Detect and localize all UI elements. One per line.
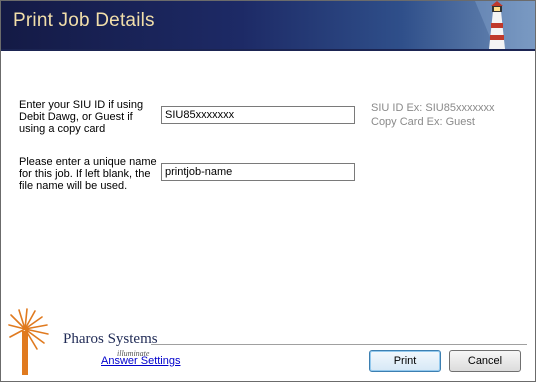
siu-id-label: Enter your SIU ID if using Debit Dawg, o… bbox=[19, 99, 144, 135]
dialog-header: Print Job Details bbox=[1, 1, 535, 49]
cancel-button[interactable]: Cancel bbox=[449, 350, 521, 372]
copy-card-hint: Copy Card Ex: Guest bbox=[371, 116, 475, 128]
pharos-logo-icon bbox=[8, 308, 49, 375]
job-name-label: Please enter a unique name for this job.… bbox=[19, 156, 157, 192]
answer-settings-link[interactable]: Answer Settings bbox=[101, 355, 180, 367]
print-job-details-dialog: Print Job Details Enter your SIU ID if u… bbox=[0, 0, 536, 382]
siu-id-input[interactable] bbox=[161, 106, 355, 124]
job-name-input[interactable] bbox=[161, 163, 355, 181]
lighthouse-icon bbox=[475, 1, 535, 49]
dialog-title: Print Job Details bbox=[13, 10, 155, 31]
print-button[interactable]: Print bbox=[369, 350, 441, 372]
footer-separator bbox=[151, 344, 527, 345]
brand-name: Pharos Systems bbox=[63, 331, 158, 347]
siu-id-hint: SIU ID Ex: SIU85xxxxxxx bbox=[371, 102, 495, 114]
header-divider bbox=[1, 49, 535, 51]
